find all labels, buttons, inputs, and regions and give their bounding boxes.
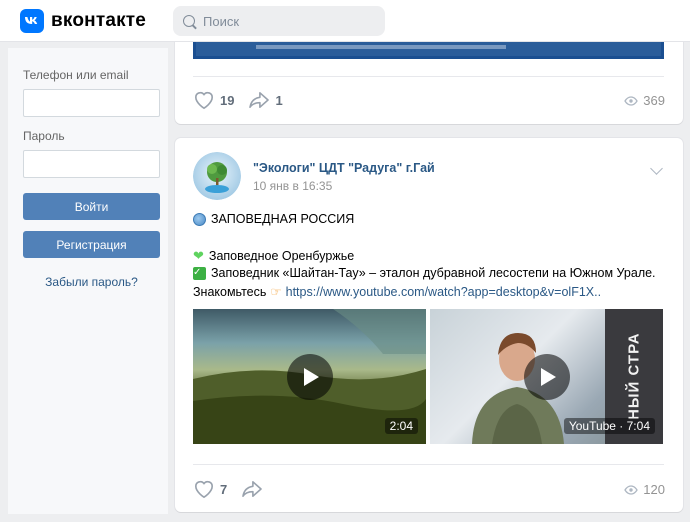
post-heading: ЗАПОВЕДНАЯ РОССИЯ bbox=[211, 212, 355, 226]
phone-field[interactable] bbox=[23, 89, 160, 117]
like-button[interactable]: 7 bbox=[193, 479, 227, 499]
chevron-down-icon[interactable] bbox=[650, 162, 663, 175]
divider bbox=[193, 464, 664, 465]
vk-logo[interactable]: вконтакте bbox=[20, 9, 146, 33]
post-actions: 7 bbox=[193, 478, 277, 500]
video-thumbnail[interactable]: 2:04 bbox=[193, 309, 426, 444]
post-text-line: ❤ Заповедное Оренбуржье bbox=[193, 248, 354, 264]
login-panel: Телефон или email Пароль Войти Регистрац… bbox=[8, 48, 168, 514]
password-label: Пароль bbox=[23, 129, 65, 143]
share-icon bbox=[242, 480, 263, 498]
search-input[interactable] bbox=[203, 13, 373, 29]
post-text: Заповедник «Шайтан-Тау» – эталон дубравн… bbox=[211, 266, 656, 280]
phone-label: Телефон или email bbox=[23, 68, 129, 82]
youtube-link[interactable]: https://www.youtube.com/watch?app=deskto… bbox=[286, 285, 601, 299]
like-button[interactable]: 19 bbox=[193, 90, 234, 110]
avatar[interactable] bbox=[193, 152, 241, 200]
share-count: 1 bbox=[275, 92, 283, 108]
video-duration: YouTube · 7:04 bbox=[563, 418, 655, 434]
heart-icon bbox=[194, 480, 214, 499]
forgot-password-link[interactable]: Забыли пароль? bbox=[23, 275, 160, 289]
post-text-line: ✓ Заповедник «Шайтан-Тау» – эталон дубра… bbox=[193, 266, 656, 280]
post-card: "Экологи" ЦДТ "Радуга" г.Гай 10 янв в 16… bbox=[175, 138, 683, 512]
like-count: 19 bbox=[220, 92, 235, 108]
search-icon bbox=[183, 15, 195, 27]
share-icon bbox=[249, 91, 270, 109]
search-box[interactable] bbox=[173, 6, 385, 36]
logo-text: вконтакте bbox=[51, 10, 147, 31]
post-text: Заповедное Оренбуржье bbox=[208, 249, 355, 263]
video-duration: 2:04 bbox=[384, 418, 418, 434]
password-field[interactable] bbox=[23, 150, 160, 178]
play-icon[interactable] bbox=[286, 353, 333, 400]
play-icon[interactable] bbox=[523, 353, 570, 400]
share-button[interactable] bbox=[241, 480, 263, 498]
eye-icon bbox=[624, 95, 639, 106]
post-date[interactable]: 10 янв в 16:35 bbox=[253, 179, 332, 193]
like-count: 7 bbox=[220, 481, 228, 497]
post-text: Знакомьтесь bbox=[193, 284, 267, 299]
divider bbox=[193, 76, 664, 77]
post-media[interactable] bbox=[193, 42, 664, 59]
video-thumbnail[interactable]: НЫЙ СТРА YouTube · 7:04 bbox=[430, 309, 663, 444]
post-author[interactable]: "Экологи" ЦДТ "Радуга" г.Гай bbox=[253, 161, 435, 175]
post-text-line: ЗАПОВЕДНАЯ РОССИЯ bbox=[193, 212, 354, 226]
pointing-hand-icon: ☞ bbox=[270, 285, 282, 299]
eye-icon bbox=[624, 484, 639, 495]
post-actions: 19 1 bbox=[193, 89, 297, 111]
green-heart-icon: ❤ bbox=[193, 248, 204, 263]
heart-icon bbox=[194, 91, 214, 110]
view-count: 120 bbox=[643, 482, 665, 497]
views-counter: 369 bbox=[624, 93, 665, 108]
vk-logo-icon bbox=[20, 9, 44, 33]
views-counter: 120 bbox=[624, 482, 665, 497]
globe-icon bbox=[193, 212, 206, 226]
view-count: 369 bbox=[643, 93, 665, 108]
share-button[interactable]: 1 bbox=[248, 91, 283, 109]
check-mark-icon: ✓ bbox=[193, 266, 206, 280]
register-button[interactable]: Регистрация bbox=[23, 231, 160, 258]
post-text-line: Знакомьтесь ☞ https://www.youtube.com/wa… bbox=[193, 284, 601, 300]
top-header: вконтакте bbox=[0, 0, 690, 42]
login-button[interactable]: Войти bbox=[23, 193, 160, 220]
post-card: 19 1 369 bbox=[175, 42, 683, 124]
